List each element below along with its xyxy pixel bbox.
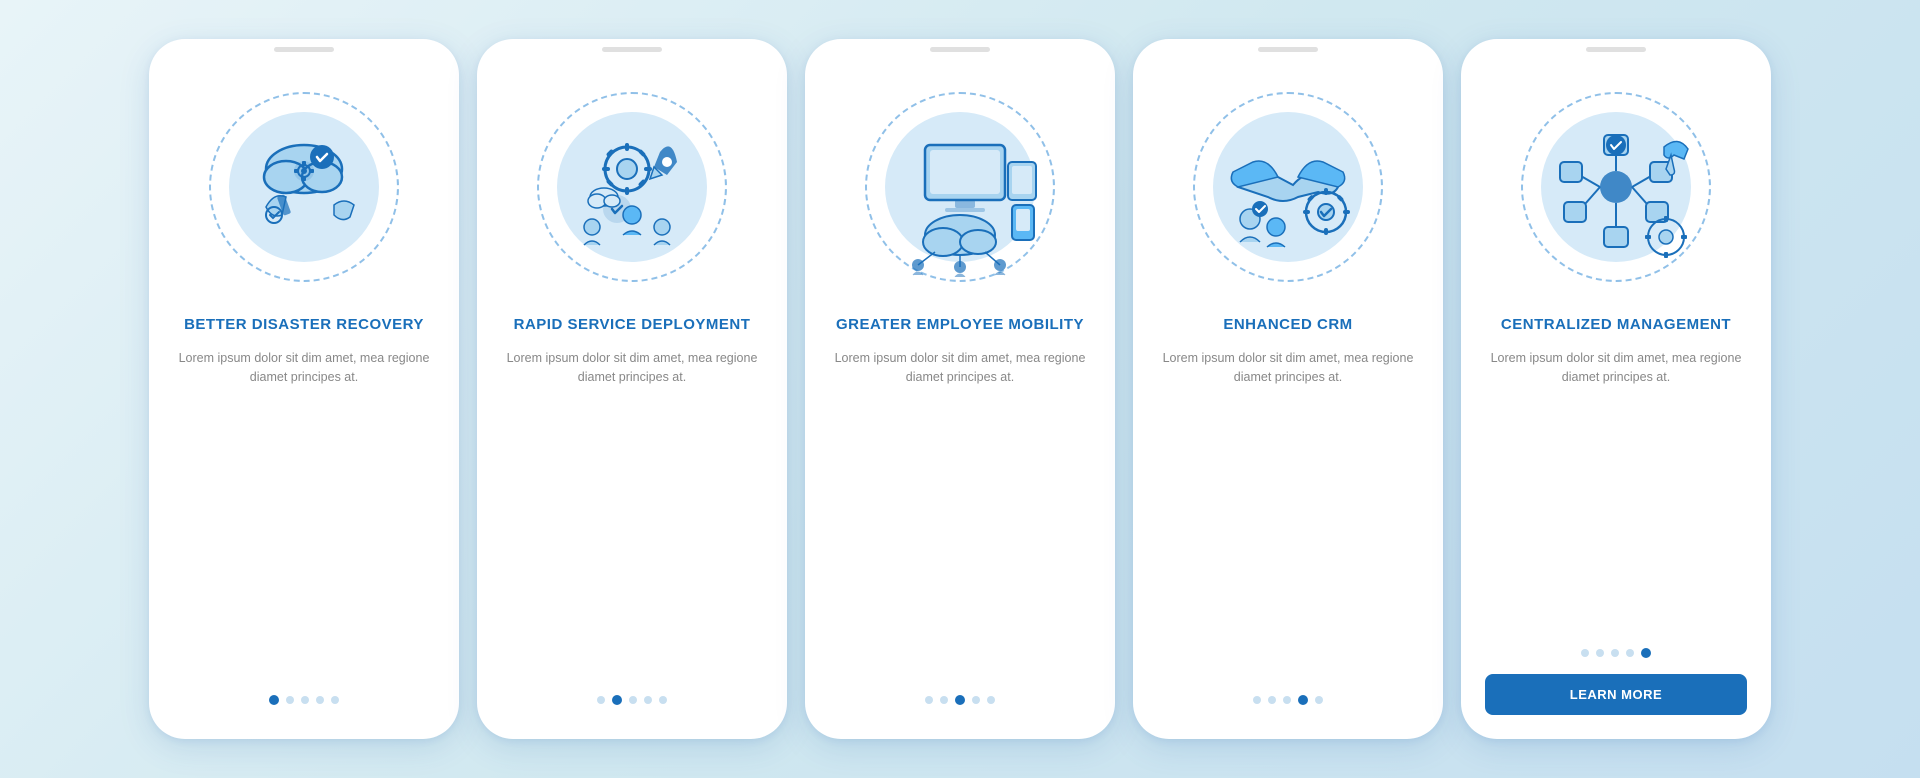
dots-row-1: [269, 695, 339, 705]
dot-4-4: [1298, 695, 1308, 705]
card-desc-3: Lorem ipsum dolor sit dim amet, mea regi…: [829, 349, 1091, 684]
dot-4-1: [1253, 696, 1261, 704]
dot-1-1: [269, 695, 279, 705]
dots-row-5: [1581, 648, 1651, 658]
disaster-recovery-icon: [214, 97, 394, 277]
dot-1-5: [331, 696, 339, 704]
card-desc-5: Lorem ipsum dolor sit dim amet, mea regi…: [1485, 349, 1747, 637]
dot-5-4: [1626, 649, 1634, 657]
dot-3-4: [972, 696, 980, 704]
card-rapid-deployment: RAPID SERVICE DEPLOYMENT Lorem ipsum dol…: [477, 39, 787, 739]
dot-4-2: [1268, 696, 1276, 704]
illustration-enhanced-crm: [1178, 77, 1398, 297]
dots-row-3: [925, 695, 995, 705]
dot-3-3: [955, 695, 965, 705]
dot-5-2: [1596, 649, 1604, 657]
dot-1-4: [316, 696, 324, 704]
learn-more-button[interactable]: LEARN MORE: [1485, 674, 1747, 715]
card-desc-1: Lorem ipsum dolor sit dim amet, mea regi…: [173, 349, 435, 684]
card-enhanced-crm: ENHANCED CRM Lorem ipsum dolor sit dim a…: [1133, 39, 1443, 739]
rapid-deployment-icon: [542, 97, 722, 277]
dot-2-3: [629, 696, 637, 704]
dot-5-5: [1641, 648, 1651, 658]
card-disaster-recovery: BETTER DISASTER RECOVERY Lorem ipsum dol…: [149, 39, 459, 739]
dot-2-5: [659, 696, 667, 704]
dot-2-4: [644, 696, 652, 704]
dot-1-2: [286, 696, 294, 704]
dot-4-5: [1315, 696, 1323, 704]
dots-row-4: [1253, 695, 1323, 705]
card-employee-mobility: GREATER EMPLOYEE MOBILITY Lorem ipsum do…: [805, 39, 1115, 739]
card-desc-2: Lorem ipsum dolor sit dim amet, mea regi…: [501, 349, 763, 684]
card-desc-4: Lorem ipsum dolor sit dim amet, mea regi…: [1157, 349, 1419, 684]
dot-3-2: [940, 696, 948, 704]
illustration-centralized-management: [1506, 77, 1726, 297]
dot-5-3: [1611, 649, 1619, 657]
enhanced-crm-icon: [1198, 97, 1378, 277]
centralized-management-icon: [1526, 97, 1706, 277]
illustration-disaster-recovery: [194, 77, 414, 297]
card-title-2: RAPID SERVICE DEPLOYMENT: [514, 315, 751, 335]
dot-5-1: [1581, 649, 1589, 657]
dot-1-3: [301, 696, 309, 704]
illustration-rapid-deployment: [522, 77, 742, 297]
employee-mobility-icon: [870, 97, 1050, 277]
cards-container: BETTER DISASTER RECOVERY Lorem ipsum dol…: [109, 9, 1811, 769]
dot-2-2: [612, 695, 622, 705]
dot-4-3: [1283, 696, 1291, 704]
card-title-4: ENHANCED CRM: [1223, 315, 1352, 335]
card-title-5: CENTRALIZED MANAGEMENT: [1501, 315, 1731, 335]
dot-3-1: [925, 696, 933, 704]
card-title-3: GREATER EMPLOYEE MOBILITY: [836, 315, 1084, 335]
illustration-employee-mobility: [850, 77, 1070, 297]
card-title-1: BETTER DISASTER RECOVERY: [184, 315, 424, 335]
dot-2-1: [597, 696, 605, 704]
dots-row-2: [597, 695, 667, 705]
dot-3-5: [987, 696, 995, 704]
card-centralized-management: CENTRALIZED MANAGEMENT Lorem ipsum dolor…: [1461, 39, 1771, 739]
